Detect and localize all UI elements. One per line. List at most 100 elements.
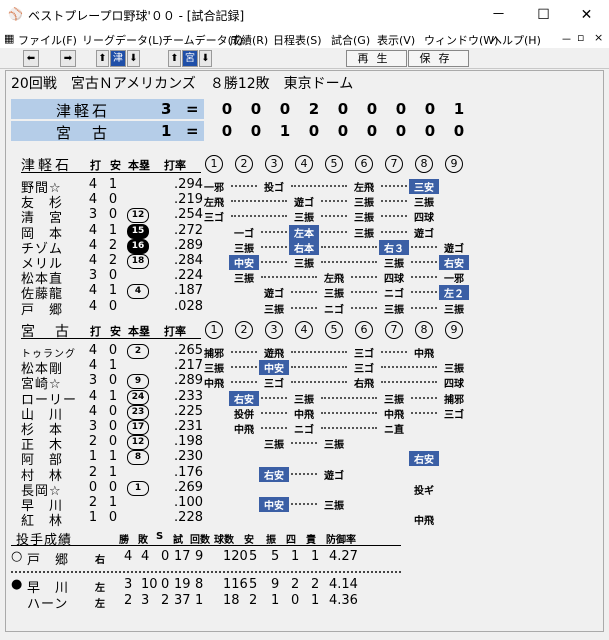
equals-sign: = — [186, 100, 199, 118]
dotted-connector — [351, 291, 377, 294]
home-run-count: 2 — [127, 344, 149, 359]
dotted-connector — [351, 306, 377, 309]
team-a-down-button[interactable]: ⬇ — [127, 50, 140, 67]
home-run-count: 8 — [127, 450, 149, 466]
home-run-count: 12 — [127, 208, 149, 224]
team-b-down-button[interactable]: ⬇ — [199, 50, 212, 67]
mdi-doc-icon[interactable]: ▦ — [4, 32, 14, 45]
inning-header: 4 — [295, 321, 313, 339]
batting-average: .028 — [174, 298, 203, 314]
hits: 1 — [108, 283, 118, 299]
save-button[interactable]: 保存 — [408, 50, 469, 67]
batting-average: .217 — [174, 358, 203, 374]
hits: 0 — [108, 268, 118, 284]
menu-schedule[interactable]: 日程表(S) — [273, 32, 322, 48]
inning-score: 0 — [221, 100, 233, 118]
at-bats: 4 — [88, 222, 98, 238]
pitcher-g: 37 — [174, 593, 191, 608]
dotted-connector — [321, 396, 377, 399]
menu-window[interactable]: ウィンドウ(W) — [424, 32, 498, 48]
inning-header: 7 — [385, 155, 403, 173]
maximize-button[interactable]: ☐ — [521, 0, 566, 30]
pitcher-row: ○ 戸 郷右 4 4 0 17 9 120 5 5 1 1 4.27 — [11, 549, 401, 568]
batter-row: 杉 本 3 0 17.231 中飛 ニゴ ニ直 — [21, 419, 471, 438]
batting-average: .176 — [174, 464, 203, 480]
equals-sign: = — [186, 122, 199, 140]
minimize-button[interactable]: － — [476, 0, 521, 30]
batting-average: .289 — [174, 237, 203, 253]
mdi-minimize-button[interactable]: － — [561, 31, 572, 47]
at-bats: 2 — [88, 464, 98, 480]
pitching-header: 回数 — [190, 535, 210, 546]
pitching-header: 四 — [286, 535, 296, 546]
batting-average: .284 — [174, 253, 203, 268]
at-bats: 4 — [88, 343, 98, 358]
close-button[interactable]: ✕ — [564, 0, 609, 30]
batter-row: 宮崎☆ 3 0 9.289 中飛 三ゴ 右飛 四球 — [21, 373, 471, 392]
mdi-close-button[interactable]: × — [594, 31, 603, 44]
team-b-button[interactable]: 宮 — [182, 50, 198, 67]
pitcher-hand: 左 — [95, 599, 105, 610]
menu-game[interactable]: 試合(G) — [331, 32, 370, 48]
header-hr: 本塁 — [128, 159, 150, 172]
pitcher-l: 4 — [141, 549, 150, 564]
next-game-button[interactable]: ➡ — [60, 50, 76, 67]
mdi-restore-button[interactable]: ▫ — [577, 31, 584, 44]
inning-header: 9 — [445, 155, 463, 173]
dotted-connector — [381, 200, 407, 203]
batter-row: 山 川 4 0 23.225 投併 中飛 中飛 三ゴ — [21, 404, 471, 423]
batting-average: .272 — [174, 222, 203, 238]
hits: 1 — [108, 388, 118, 404]
pitcher-bb: 2 — [291, 577, 300, 592]
header-avg: 打率 — [164, 159, 186, 172]
dotted-connector — [261, 427, 287, 429]
pitcher-l: 10 — [141, 577, 158, 592]
app-icon: ⚾ — [8, 7, 23, 21]
at-bat-result: ニゴ — [324, 304, 344, 316]
inning-score: 0 — [395, 100, 407, 118]
header-avg: 打率 — [164, 325, 186, 338]
menu-stats[interactable]: 成績(R) — [230, 32, 268, 48]
hits: 0 — [108, 510, 118, 526]
batter-row: 野間☆ 4 1.294 一邪 投ゴ 左飛 三安 — [21, 177, 471, 196]
inning-header: 5 — [325, 155, 343, 173]
menu-help[interactable]: ヘルプ(H) — [491, 32, 541, 48]
menu-bar: ▦ ファイル(F) リーグデータ(L) チームデータ(T) 成績(R) 日程表(… — [0, 30, 609, 48]
batting-average: .187 — [174, 283, 203, 299]
batter-row: 長岡☆ 0 0 1.269 投ギ — [21, 479, 471, 499]
team-a-button[interactable]: 津 — [110, 50, 126, 67]
inning-header: 1 — [205, 321, 223, 339]
pitching-header: 球数 — [214, 535, 234, 546]
at-bat-result: 三振 — [384, 304, 404, 316]
pitcher-er: 1 — [311, 549, 320, 564]
pitcher-hand: 左 — [95, 583, 105, 594]
hits: 0 — [108, 479, 118, 495]
team-a-up-button[interactable]: ⬆ — [96, 50, 109, 67]
dotted-connector — [291, 472, 317, 475]
home-run-count: 9 — [127, 374, 149, 390]
at-bats: 3 — [88, 268, 98, 284]
menu-file[interactable]: ファイル(F) — [18, 32, 77, 48]
pitcher-bb: 1 — [291, 549, 300, 564]
batter-name: 戸 郷 — [21, 302, 64, 318]
inning-score: 2 — [308, 100, 320, 118]
dotted-connector — [411, 396, 437, 399]
menu-league-data[interactable]: リーグデータ(L) — [82, 32, 163, 48]
team-b-up-button[interactable]: ⬆ — [168, 50, 181, 67]
replay-button[interactable]: 再生 — [346, 50, 407, 67]
at-bats: 0 — [88, 479, 98, 495]
prev-game-button[interactable]: ⬅ — [23, 50, 39, 67]
home-run-count: 16 — [127, 238, 149, 254]
dotted-connector — [321, 230, 347, 233]
header-hits: 安 — [110, 325, 121, 338]
inning-header: 3 — [265, 155, 283, 173]
header-ab: 打 — [90, 325, 101, 338]
dotted-connector — [261, 396, 287, 399]
inning-score: 1 — [453, 100, 465, 118]
dotted-connector — [381, 230, 407, 233]
pitcher-l: 3 — [141, 593, 150, 608]
menu-view[interactable]: 表示(V) — [377, 32, 415, 48]
at-bat-result: 中飛 — [414, 516, 434, 528]
dotted-connector — [321, 245, 377, 248]
pitching-header: 勝 — [119, 535, 129, 546]
